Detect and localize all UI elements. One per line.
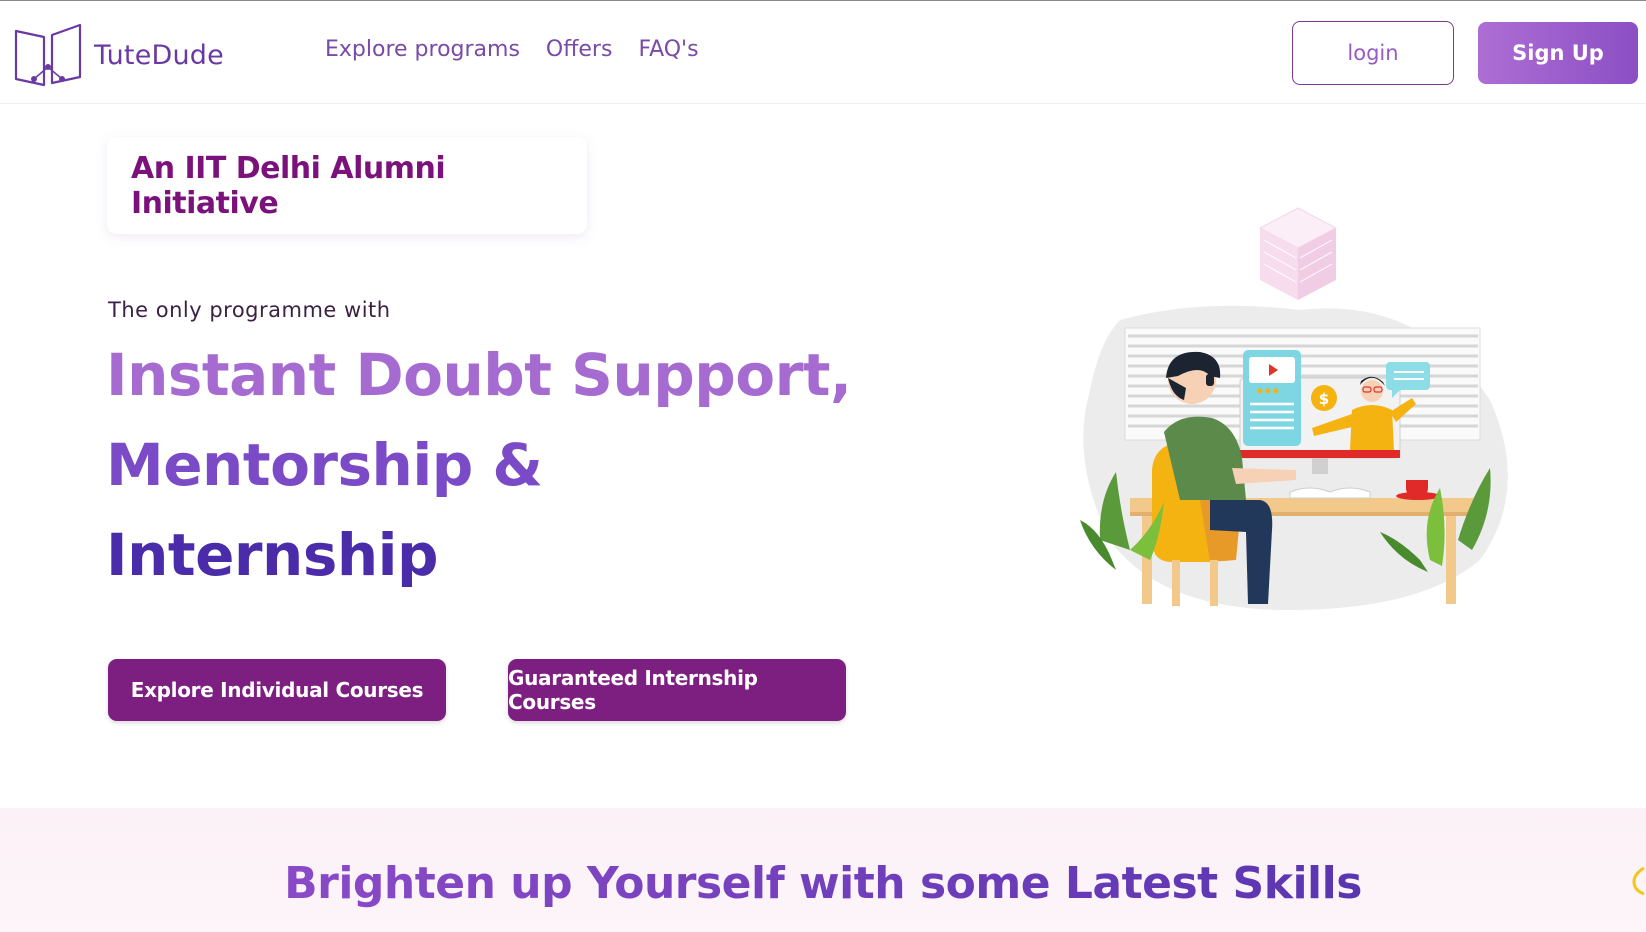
hero-tagline: The only programme with <box>108 298 391 322</box>
headline-line-3: Internship <box>106 521 439 589</box>
svg-text:$: $ <box>1319 390 1329 408</box>
decorative-leaf-icon <box>1632 866 1645 896</box>
nav-offers[interactable]: Offers <box>546 37 613 62</box>
hero-headline: Instant Doubt Support, Mentorship & Inte… <box>106 330 852 600</box>
alumni-badge: An IIT Delhi Alumni Initiative <box>107 137 587 234</box>
top-navbar: TuteDude Explore programs Offers FAQ's l… <box>0 0 1646 104</box>
nav-explore-programs[interactable]: Explore programs <box>325 37 520 62</box>
brand-name: TuteDude <box>94 39 224 71</box>
nav-faqs[interactable]: FAQ's <box>638 37 698 62</box>
online-mentoring-illustration: $ <box>1080 207 1508 610</box>
open-book-icon <box>14 23 82 87</box>
skills-section-title-text: Brighten up Yourself with some Latest Sk… <box>284 858 1362 909</box>
headline-line-2: Mentorship & <box>106 431 543 499</box>
skills-section-title: Brighten up Yourself with some Latest Sk… <box>0 858 1646 909</box>
explore-individual-courses-button[interactable]: Explore Individual Courses <box>108 659 446 721</box>
headline-line-1: Instant Doubt Support, <box>106 341 852 409</box>
cube-icon <box>1258 207 1338 300</box>
main-nav: Explore programs Offers FAQ's <box>325 37 699 62</box>
guaranteed-internship-courses-button[interactable]: Guaranteed Internship Courses <box>508 659 846 721</box>
signup-button[interactable]: Sign Up <box>1478 22 1638 84</box>
page: TuteDude Explore programs Offers FAQ's l… <box>0 0 1646 932</box>
brand-logo[interactable]: TuteDude <box>10 23 230 87</box>
alumni-badge-text: An IIT Delhi Alumni Initiative <box>131 150 446 221</box>
login-button[interactable]: login <box>1292 21 1454 85</box>
